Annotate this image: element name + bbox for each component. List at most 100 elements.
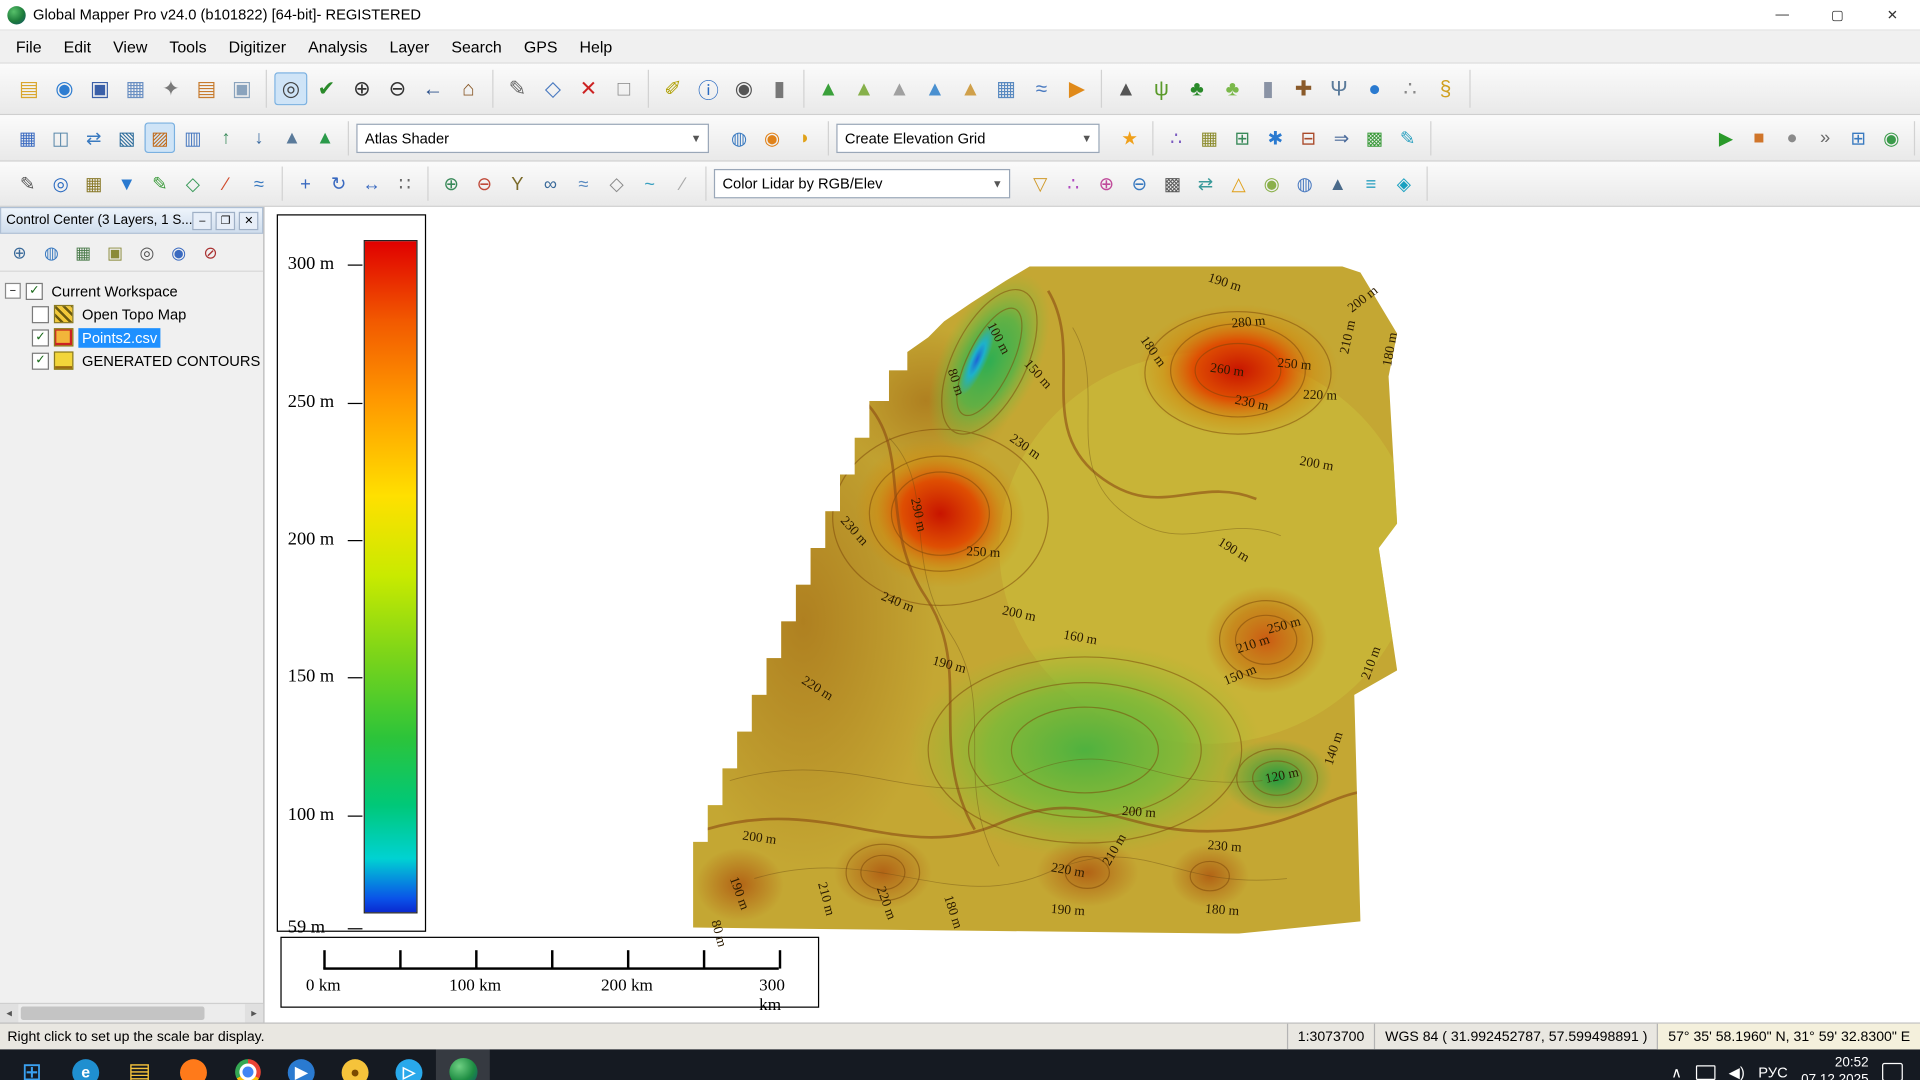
edit-vertices-icon[interactable]: ✎ bbox=[144, 168, 175, 199]
grid-remove-icon[interactable]: ⊟ bbox=[1293, 122, 1324, 153]
viewshed-icon[interactable]: ▲ bbox=[954, 72, 987, 105]
page-layout-icon[interactable]: ▣ bbox=[225, 72, 258, 105]
globe-3d-icon[interactable]: ◉ bbox=[1876, 122, 1907, 153]
close-button[interactable]: ✕ bbox=[1865, 0, 1920, 29]
lidar-zoom-in-icon[interactable]: ⊕ bbox=[1091, 168, 1122, 199]
elevation-grid-icon[interactable]: ▦ bbox=[989, 72, 1022, 105]
volume-icon[interactable]: ◀) bbox=[1729, 1063, 1745, 1080]
layer-search-icon[interactable]: ◎ bbox=[132, 238, 161, 267]
menu-item-gps[interactable]: GPS bbox=[513, 34, 569, 60]
vertex-delete-icon[interactable]: ⊖ bbox=[469, 168, 500, 199]
layer-checkbox[interactable] bbox=[32, 306, 49, 323]
create-range-ring-icon[interactable]: ▦ bbox=[78, 168, 109, 199]
layer-checkbox[interactable]: ✓ bbox=[32, 352, 49, 369]
yellow-app-app[interactable]: ● bbox=[328, 1049, 382, 1080]
color-layers-icon[interactable]: ≡ bbox=[1356, 168, 1387, 199]
map-layout-icon[interactable]: ▤ bbox=[190, 72, 223, 105]
create-line-icon[interactable]: ∕ bbox=[211, 168, 242, 199]
new-view-icon[interactable]: ⊞ bbox=[1843, 122, 1874, 153]
panel-restore-button[interactable]: ❐ bbox=[216, 211, 236, 229]
panel-close-button[interactable]: ✕ bbox=[239, 211, 259, 229]
measure-icon[interactable]: ✐ bbox=[656, 72, 689, 105]
mountains-icon[interactable]: ▲ bbox=[310, 122, 341, 153]
telegram-app[interactable]: ▷ bbox=[382, 1049, 436, 1080]
language-indicator[interactable]: РУС bbox=[1758, 1063, 1787, 1080]
trace-line-icon[interactable]: ~ bbox=[634, 168, 665, 199]
digitize-edit-icon[interactable]: ✎ bbox=[12, 168, 43, 199]
watershed-icon[interactable]: ▲ bbox=[918, 72, 951, 105]
create-area-icon[interactable]: ◇ bbox=[178, 168, 209, 199]
view-3d-icon[interactable]: ▧ bbox=[111, 122, 142, 153]
favorite-icon[interactable]: ★ bbox=[1114, 122, 1145, 153]
map-key-icon[interactable]: § bbox=[1429, 72, 1462, 105]
park-tree-icon[interactable]: ♣ bbox=[1216, 72, 1249, 105]
menu-item-tools[interactable]: Tools bbox=[158, 34, 217, 60]
scroll-right-icon[interactable]: ▸ bbox=[245, 1004, 263, 1022]
fly-through-icon[interactable]: ▶ bbox=[1060, 72, 1093, 105]
layer-item[interactable]: ✓ GENERATED CONTOURS [ bbox=[2, 349, 260, 372]
chrome-app[interactable] bbox=[220, 1049, 274, 1080]
zoom-to-layer-icon[interactable]: ⊕ bbox=[5, 238, 34, 267]
menu-item-layer[interactable]: Layer bbox=[378, 34, 440, 60]
lidar-classify-icon[interactable]: ◉ bbox=[1256, 168, 1287, 199]
elevation-grid-combobox[interactable]: Create Elevation Grid ▼ bbox=[836, 123, 1099, 152]
full-extent-icon[interactable]: ✔ bbox=[310, 72, 343, 105]
zoom-in-icon[interactable]: ⊕ bbox=[345, 72, 378, 105]
notification-icon[interactable] bbox=[1882, 1063, 1903, 1080]
elevation-map[interactable]: 190 m200 m280 m210 m180 m260 m250 m230 m… bbox=[681, 253, 1416, 946]
sort-ascending-icon[interactable]: ↑ bbox=[211, 122, 242, 153]
building-icon[interactable]: ▮ bbox=[1251, 72, 1284, 105]
shift-feature-icon[interactable]: ∷ bbox=[389, 168, 420, 199]
lidar-globe-icon[interactable]: ◍ bbox=[1289, 168, 1320, 199]
feature-info-icon[interactable]: ⓘ bbox=[692, 72, 725, 105]
antenna-icon[interactable]: Ψ bbox=[1322, 72, 1355, 105]
line-split-icon[interactable]: Y bbox=[502, 168, 533, 199]
menu-item-file[interactable]: File bbox=[5, 34, 53, 60]
measure-segment-icon[interactable]: ∕ bbox=[667, 168, 698, 199]
elevation-shader-icon[interactable]: ▲ bbox=[812, 72, 845, 105]
scale-bar[interactable]: 0 km100 km200 km300 km bbox=[280, 937, 819, 1008]
vegetation-icon[interactable]: ψ bbox=[1145, 72, 1178, 105]
layer-projection-icon[interactable]: ◍ bbox=[37, 238, 66, 267]
layer-visibility-icon[interactable]: ◉ bbox=[164, 238, 193, 267]
save-icon[interactable]: ▣ bbox=[83, 72, 116, 105]
paint-terrain-icon[interactable]: ✎ bbox=[1392, 122, 1423, 153]
start-app[interactable]: ⊞ bbox=[5, 1049, 59, 1080]
duplicate-layer-icon[interactable]: ▣ bbox=[100, 238, 129, 267]
tree-icon[interactable]: ♣ bbox=[1180, 72, 1213, 105]
create-circle-icon[interactable]: ◎ bbox=[45, 168, 76, 199]
menu-item-help[interactable]: Help bbox=[568, 34, 623, 60]
layer-columns-icon[interactable]: ▥ bbox=[178, 122, 209, 153]
search-attributes-icon[interactable]: ◉ bbox=[727, 72, 760, 105]
lidar-color-combobox[interactable]: Color Lidar by RGB/Elev ▼ bbox=[714, 169, 1010, 198]
file-explorer-app[interactable]: ▤ bbox=[113, 1049, 167, 1080]
globe-day-icon[interactable]: ◉ bbox=[757, 122, 788, 153]
open-workspace-icon[interactable]: ▤ bbox=[12, 72, 45, 105]
layer-checkbox[interactable]: ✓ bbox=[26, 282, 43, 299]
maximize-button[interactable]: ▢ bbox=[1810, 0, 1865, 29]
menu-item-analysis[interactable]: Analysis bbox=[297, 34, 378, 60]
vertex-add-icon[interactable]: ⊕ bbox=[436, 168, 467, 199]
menu-item-view[interactable]: View bbox=[102, 34, 158, 60]
link-views-icon[interactable]: ⇄ bbox=[78, 122, 109, 153]
layer-item[interactable]: Open Topo Map bbox=[2, 302, 260, 325]
play-animation-icon[interactable]: ▶ bbox=[1711, 122, 1742, 153]
lidar-hazard-icon[interactable]: △ bbox=[1223, 168, 1254, 199]
lidar-zoom-out-icon[interactable]: ⊖ bbox=[1124, 168, 1155, 199]
menu-item-search[interactable]: Search bbox=[440, 34, 512, 60]
grid-star-icon[interactable]: ✱ bbox=[1260, 122, 1291, 153]
path-profile-icon[interactable]: ≈ bbox=[1025, 72, 1058, 105]
lidar-compare-icon[interactable]: ⇄ bbox=[1190, 168, 1221, 199]
mouse-mode-icon[interactable]: ● bbox=[1777, 122, 1808, 153]
scroll-left-icon[interactable]: ◂ bbox=[0, 1004, 18, 1022]
options-icon[interactable]: ✦ bbox=[154, 72, 187, 105]
create-spline-icon[interactable]: ≈ bbox=[244, 168, 275, 199]
zoom-tool-icon[interactable]: ◎ bbox=[274, 72, 307, 105]
tray-expand-icon[interactable]: ∧ bbox=[1671, 1063, 1682, 1080]
layer-label[interactable]: GENERATED CONTOURS [ bbox=[78, 351, 263, 371]
select-rect-icon[interactable]: □ bbox=[607, 72, 640, 105]
point-cloud-icon[interactable]: ∴ bbox=[1393, 72, 1426, 105]
shader-combobox[interactable]: Atlas Shader ▼ bbox=[356, 123, 709, 152]
scrollbar-thumb[interactable] bbox=[21, 1007, 205, 1020]
panel-horizontal-scrollbar[interactable]: ◂ ▸ bbox=[0, 1003, 263, 1023]
